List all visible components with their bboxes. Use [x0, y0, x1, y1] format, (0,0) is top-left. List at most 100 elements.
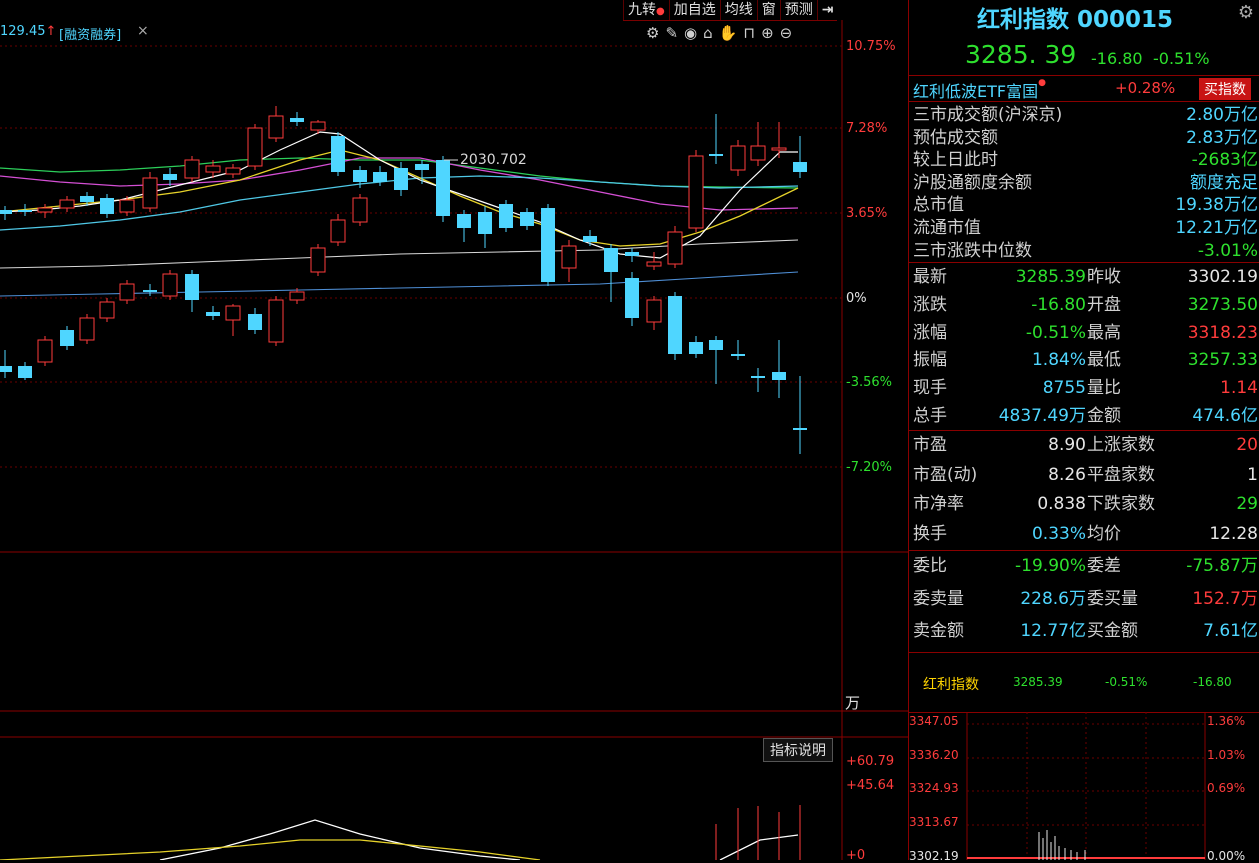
- quote-row: 委比 -19.90% 委差 -75.87万: [913, 552, 1258, 580]
- padlock-icon[interactable]: ⊓: [743, 24, 755, 42]
- market-row-label: 预估成交额: [913, 127, 998, 148]
- field-label: 委买量: [1087, 588, 1138, 609]
- field-label: 委比: [913, 556, 947, 576]
- pct-axis-label: 10.75%: [846, 39, 896, 54]
- candlestick: [119, 280, 135, 304]
- field-label: 涨幅: [913, 322, 947, 343]
- candlestick: [163, 168, 177, 186]
- quote-row: 现手 8755 量比 1.14: [913, 374, 1258, 402]
- zoom-in-icon[interactable]: ⊕: [761, 24, 774, 42]
- etf-link[interactable]: 红利低波ETF富国●: [913, 78, 1046, 102]
- field-value: 3257.33: [1187, 350, 1258, 371]
- field-label: 总手: [913, 406, 947, 426]
- margin-trading-tag[interactable]: [融资融券]: [59, 24, 121, 43]
- field-label: 上涨家数: [1087, 435, 1155, 455]
- field-value: 1.14: [1220, 378, 1258, 399]
- candlestick: [561, 240, 577, 282]
- indicator-help-button[interactable]: 指标说明: [763, 738, 833, 762]
- market-row: 总市值 19.38万亿: [913, 194, 1258, 216]
- candlestick: [499, 200, 513, 232]
- moving-average-button[interactable]: 均线: [719, 0, 757, 20]
- field-value: 3285.39: [1015, 267, 1086, 287]
- candlestick: [247, 124, 263, 170]
- field-label: 买金额: [1087, 621, 1138, 642]
- market-row-value: 2.80万亿: [1186, 105, 1258, 125]
- market-row-label: 沪股通额度余额: [913, 172, 1032, 193]
- quote-row: 委卖量 228.6万 委买量 152.7万: [913, 585, 1258, 613]
- volume-unit-label: 万: [845, 694, 861, 712]
- field-value: 474.6亿: [1192, 406, 1258, 426]
- quote-row: 市净率 0.838 下跌家数 29: [913, 490, 1258, 518]
- pct-axis-label: 0%: [846, 291, 867, 306]
- ind-axis-label: +60.79: [846, 754, 895, 769]
- ind-axis-label: +45.64: [846, 778, 895, 793]
- candlestick: [248, 308, 262, 334]
- eye-icon[interactable]: ◉: [684, 24, 697, 42]
- candlestick: [646, 252, 662, 270]
- hand-icon[interactable]: ✋: [719, 24, 738, 42]
- candlestick: [625, 272, 639, 326]
- field-value: 8755: [1042, 378, 1086, 399]
- quote-row: 涨跌 -16.80 开盘 3273.50: [913, 291, 1258, 319]
- annotation-label: 2030.702: [460, 152, 527, 168]
- field-value: 20: [1236, 435, 1258, 455]
- candlestick: [37, 336, 53, 366]
- mini-index-name[interactable]: 红利指数: [923, 674, 979, 694]
- field-value: -16.80: [1031, 294, 1086, 315]
- index-price: 3285. 39: [965, 40, 1077, 69]
- candlestick: [604, 246, 618, 302]
- market-row-label: 流通市值: [913, 218, 981, 238]
- market-row: 较上日此时 -2683亿: [913, 149, 1258, 171]
- field-label: 委卖量: [913, 588, 964, 609]
- mini-volume-bars: [1038, 830, 1086, 860]
- quote-panel: 红利指数 000015 ⚙ 3285. 39 -16.80 -0.51% 红利低…: [908, 0, 1259, 863]
- forecast-button[interactable]: 预测: [779, 0, 817, 20]
- add-favorite-button[interactable]: 加自选: [668, 0, 720, 20]
- pen-icon[interactable]: ✎: [665, 24, 678, 42]
- field-value: -19.90%: [1015, 556, 1086, 576]
- field-label: 委差: [1087, 556, 1121, 576]
- close-icon[interactable]: ×: [137, 23, 149, 39]
- market-row-label: 三市成交额(沪深京): [913, 105, 1063, 125]
- zoom-out-icon[interactable]: ⊖: [780, 24, 793, 42]
- field-value: -75.87万: [1186, 556, 1258, 576]
- field-label: 涨跌: [913, 294, 947, 315]
- market-row-value: -3.01%: [1197, 240, 1258, 261]
- candlestick: [184, 156, 200, 182]
- candlestick: [0, 206, 12, 220]
- etf-change-pct: +0.28%: [1115, 79, 1176, 97]
- candlestick: [185, 270, 199, 312]
- field-value: 7.61亿: [1203, 621, 1258, 642]
- field-value: 12.77亿: [1020, 621, 1086, 642]
- settings-icon[interactable]: ⚙: [646, 24, 659, 42]
- quote-row: 振幅 1.84% 最低 3257.33: [913, 346, 1258, 374]
- candlestick: [225, 164, 241, 178]
- candlestick: [162, 270, 178, 300]
- candlestick: [751, 368, 765, 392]
- field-label: 换手: [913, 523, 947, 544]
- field-label: 现手: [913, 378, 947, 399]
- field-value: 8.90: [1048, 435, 1086, 455]
- kline-chart[interactable]: 2030.702: [0, 0, 908, 860]
- kline-chart-area[interactable]: 2030.702 129.45↑ [融资融券] × ⚙ ✎ ◉ ⌂ ✋ ⊓ ⊕ …: [0, 0, 908, 863]
- index-title: 红利指数 000015: [977, 7, 1174, 33]
- window-button[interactable]: 窗: [756, 0, 780, 20]
- field-value: 8.26: [1048, 464, 1086, 485]
- field-value: 12.28: [1209, 523, 1258, 544]
- gear-icon[interactable]: ⚙: [1238, 2, 1254, 23]
- collapse-panel-icon[interactable]: ⇥: [816, 0, 838, 20]
- lock-icon[interactable]: ⌂: [703, 24, 713, 42]
- field-label: 下跌家数: [1087, 494, 1155, 515]
- candlestick: [310, 244, 326, 276]
- market-row: 三市涨跌中位数 -3.01%: [913, 240, 1258, 262]
- jiuzhuan-button[interactable]: 九转●: [623, 0, 669, 20]
- market-row-value: 2.83万亿: [1186, 127, 1258, 148]
- field-label: 昨收: [1087, 267, 1121, 287]
- market-row-value: -2683亿: [1191, 150, 1258, 171]
- field-value: 3318.23: [1187, 322, 1258, 343]
- field-label: 市净率: [913, 494, 964, 515]
- quote-row: 卖金额 12.77亿 买金额 7.61亿: [913, 617, 1258, 645]
- buy-index-button[interactable]: 买指数: [1199, 78, 1251, 100]
- field-label: 市盈: [913, 435, 947, 455]
- market-row-value: 额度充足: [1190, 172, 1258, 193]
